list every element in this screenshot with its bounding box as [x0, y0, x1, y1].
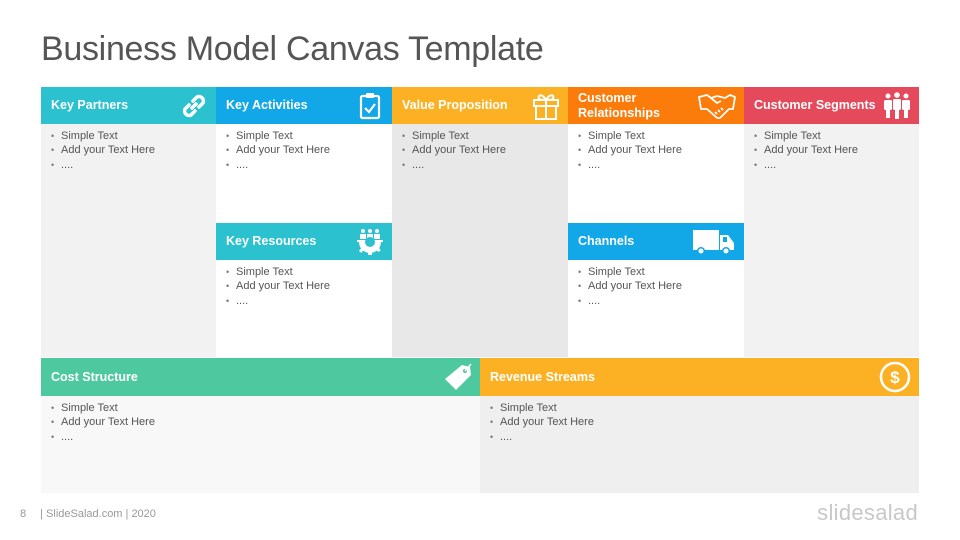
clipboard-check-icon: [359, 93, 381, 120]
bullet-item: ....: [754, 158, 909, 173]
bullet-item: ....: [51, 158, 206, 173]
bullet-item: Simple Text: [226, 129, 382, 144]
bullet-item: Add your Text Here: [226, 279, 382, 294]
brand-logo: slidesalad: [817, 500, 918, 525]
slide-title: Business Model Canvas Template: [41, 30, 544, 68]
block-title: Revenue Streams: [490, 369, 595, 384]
bullet-item: Simple Text: [490, 401, 909, 416]
bullet-item: Simple Text: [578, 265, 734, 280]
bullet-item: Simple Text: [51, 129, 206, 144]
block-body: Simple Text Add your Text Here ....: [41, 396, 480, 493]
block-body: Simple Text Add your Text Here ....: [480, 396, 919, 493]
block-title: Key Partners: [51, 98, 129, 112]
bullet-item: ....: [51, 430, 470, 445]
block-title: Key Resources: [226, 234, 317, 248]
bullet-item: ....: [578, 158, 734, 173]
bullet-item: ....: [226, 158, 382, 173]
block-key-activities[interactable]: Key Activities Simple Text Add your Text…: [216, 87, 392, 223]
people-group-icon: [884, 92, 910, 119]
block-body: Simple Text Add your Text Here ....: [744, 124, 919, 357]
block-header: Key Resources: [216, 223, 392, 260]
bullet-item: Simple Text: [402, 129, 558, 144]
handshake-icon: [698, 94, 736, 120]
bullet-item: Add your Text Here: [490, 415, 909, 430]
block-header: Key Activities: [216, 87, 392, 124]
bullet-item: Add your Text Here: [578, 279, 734, 294]
bullet-item: Add your Text Here: [754, 143, 909, 158]
bullet-item: Add your Text Here: [51, 415, 470, 430]
block-body: Simple Text Add your Text Here ....: [568, 124, 744, 223]
link-icon: [182, 94, 206, 118]
gift-icon: [533, 94, 559, 120]
block-value-proposition[interactable]: Value Proposition Simple Text Add your T…: [392, 87, 568, 357]
block-body: Simple Text Add your Text Here ....: [216, 260, 392, 357]
dollar-circle-icon: $: [879, 361, 911, 393]
bullet-item: Simple Text: [578, 129, 734, 144]
delivery-truck-icon: [693, 230, 734, 255]
page-number: 8: [20, 508, 27, 520]
block-header: Cost Structure: [41, 358, 480, 396]
block-key-resources[interactable]: Key Resources Simple Text Add your Text …: [216, 223, 392, 357]
block-header: Key Partners: [41, 87, 216, 124]
block-title: Customer Segments: [754, 98, 876, 112]
footer-credit: | SlideSalad.com | 2020: [40, 508, 156, 520]
block-channels[interactable]: Channels Simple Text Add your Text Here …: [568, 223, 744, 357]
bullet-item: Simple Text: [754, 129, 909, 144]
block-body: Simple Text Add your Text Here ....: [392, 124, 568, 357]
block-header: Value Proposition: [392, 87, 568, 124]
bullet-item: Simple Text: [226, 265, 382, 280]
bullet-item: Add your Text Here: [402, 143, 558, 158]
block-title: Value Proposition: [402, 98, 508, 112]
svg-text:$: $: [890, 368, 900, 387]
bullet-item: ....: [490, 430, 909, 445]
footer: 8 | SlideSalad.com | 2020: [20, 508, 170, 520]
block-header: Customer Relationships: [568, 87, 744, 124]
block-body: Simple Text Add your Text Here ....: [568, 260, 744, 357]
block-title: Channels: [578, 234, 635, 248]
block-title: Key Activities: [226, 98, 308, 112]
bullet-item: ....: [402, 158, 558, 173]
block-title: Cost Structure: [51, 369, 138, 384]
team-gear-icon: [357, 229, 383, 255]
block-key-partners[interactable]: Key Partners Simple Text Add your Text H…: [41, 87, 216, 357]
block-cost-structure[interactable]: Cost Structure Simple Text Add your Text…: [41, 358, 480, 493]
block-revenue-streams[interactable]: Revenue Streams $ Simple Text Add your T…: [480, 358, 919, 493]
bullet-item: Add your Text Here: [51, 143, 206, 158]
block-header: Revenue Streams $: [480, 358, 919, 396]
block-body: Simple Text Add your Text Here ....: [41, 124, 216, 357]
block-header: Customer Segments: [744, 87, 919, 124]
price-tag-icon: [445, 363, 472, 390]
block-body: Simple Text Add your Text Here ....: [216, 124, 392, 223]
bullet-item: ....: [226, 294, 382, 309]
bullet-item: ....: [578, 294, 734, 309]
bullet-item: Add your Text Here: [578, 143, 734, 158]
block-customer-relationships[interactable]: Customer Relationships Simple Text Add y…: [568, 87, 744, 223]
block-header: Channels: [568, 223, 744, 260]
bullet-item: Add your Text Here: [226, 143, 382, 158]
block-title: Customer Relationships: [578, 90, 660, 120]
bullet-item: Simple Text: [51, 401, 470, 416]
block-customer-segments[interactable]: Customer Segments Simple Text Add your T…: [744, 87, 919, 357]
